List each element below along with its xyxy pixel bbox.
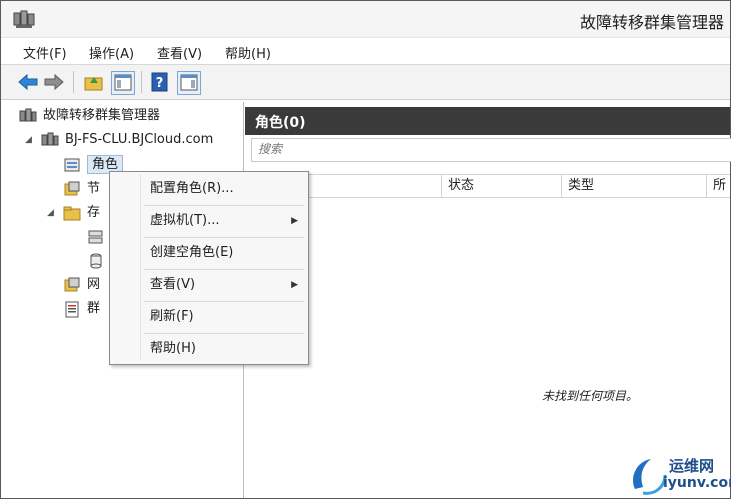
menu-file[interactable]: 文件(F): [19, 43, 71, 62]
menu-item-refresh[interactable]: 刷新(F): [110, 302, 308, 332]
site-watermark: 运维网 iyunv.com: [629, 453, 731, 497]
toolbar-separator: [141, 71, 142, 93]
menu-item-configure-role[interactable]: 配置角色(R)...: [110, 174, 308, 204]
column-owner[interactable]: 所: [706, 175, 731, 197]
tree-item-label: 存: [87, 205, 101, 220]
empty-list-message: 未找到任何项目。: [542, 389, 639, 403]
tree-item-label: 节: [87, 181, 101, 196]
menu-item-label: 查看(V): [150, 277, 196, 292]
menu-item-label: 配置角色(R)...: [150, 181, 234, 196]
disks-icon: [87, 228, 105, 246]
submenu-arrow-icon: ▶: [291, 216, 298, 226]
toolbar-separator: [73, 71, 74, 93]
collapse-arrow-icon[interactable]: ◢: [25, 135, 32, 145]
menu-help[interactable]: 帮助(H): [221, 43, 275, 62]
storage-folder-icon: [63, 204, 81, 222]
cluster-manager-icon: [19, 107, 37, 125]
tree-item-label: 故障转移群集管理器: [43, 108, 161, 123]
app-window: 故障转移群集管理器 文件(F) 操作(A) 查看(V) 帮助(H) ? 故障转移…: [0, 0, 731, 499]
window-title: 故障转移群集管理器: [579, 13, 724, 32]
menu-item-label: 创建空角色(E): [150, 245, 234, 260]
roles-header-title: 角色(0): [255, 115, 306, 131]
watermark-text: 运维网: [669, 457, 715, 475]
roles-header-bar: 角色(0): [245, 107, 730, 135]
forward-arrow-icon[interactable]: [43, 71, 65, 93]
menu-item-label: 虚拟机(T)...: [150, 213, 220, 228]
help-icon[interactable]: ?: [149, 71, 171, 93]
menu-item-view[interactable]: 查看(V) ▶: [110, 270, 308, 300]
tree-item-label: 群: [87, 301, 101, 316]
title-bar[interactable]: 故障转移群集管理器: [1, 1, 730, 38]
menu-item-help[interactable]: 帮助(H): [110, 334, 308, 364]
search-input[interactable]: [252, 139, 724, 159]
show-hide-action-pane-icon[interactable]: [177, 71, 201, 95]
menu-item-create-empty-role[interactable]: 创建空角色(E): [110, 238, 308, 268]
pools-icon: [87, 252, 105, 270]
menu-item-label: 帮助(H): [150, 341, 196, 356]
nodes-icon: [63, 180, 81, 198]
submenu-arrow-icon: ▶: [291, 280, 298, 290]
column-type[interactable]: 类型: [561, 175, 708, 197]
menu-bar: 文件(F) 操作(A) 查看(V) 帮助(H): [1, 38, 730, 65]
show-hide-tree-icon[interactable]: [111, 71, 135, 95]
menu-item-label: 刷新(F): [150, 309, 194, 324]
roles-icon: [63, 156, 81, 174]
collapse-arrow-icon[interactable]: ◢: [47, 208, 54, 218]
cluster-manager-app-icon[interactable]: [13, 9, 35, 29]
toolbar: ?: [1, 65, 730, 100]
tree-item-label: BJ-FS-CLU.BJCloud.com: [65, 132, 214, 147]
tree-item-label: 网: [87, 277, 101, 292]
cluster-events-icon: [63, 300, 81, 318]
back-arrow-icon[interactable]: [17, 71, 39, 93]
folder-up-icon[interactable]: [83, 71, 105, 93]
cluster-icon: [41, 131, 59, 149]
watermark-url: iyunv.com: [663, 475, 731, 491]
column-header-row: 状态 类型 所: [251, 174, 730, 198]
context-menu: 配置角色(R)... 虚拟机(T)... ▶ 创建空角色(E) 查看(V) ▶ …: [109, 171, 309, 365]
menu-view[interactable]: 查看(V): [153, 43, 206, 62]
menu-item-virtual-machines[interactable]: 虚拟机(T)... ▶: [110, 206, 308, 236]
search-box[interactable]: [251, 138, 731, 162]
column-status[interactable]: 状态: [441, 175, 558, 197]
menu-action[interactable]: 操作(A): [85, 43, 138, 62]
networks-icon: [63, 276, 81, 294]
roles-pane: 角色(0) 状态 类型 所 未找到任何项目。: [245, 102, 731, 498]
svg-text:?: ?: [156, 76, 164, 91]
